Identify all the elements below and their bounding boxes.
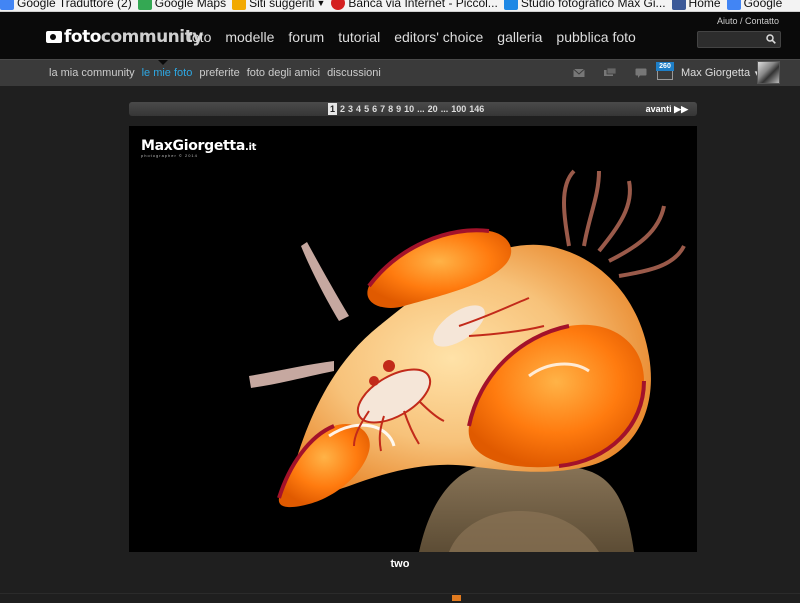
bookmark-google-maps[interactable]: Google Maps (137, 0, 227, 10)
bookmark-label: Studio fotografico Max Gi... (520, 0, 666, 10)
avatar[interactable] (757, 61, 780, 84)
photo-title: two (390, 558, 410, 570)
bookmarks-bar: Google Traduttore (2) Google Maps Siti s… (0, 0, 800, 12)
notification-count-badge: 260 (656, 62, 674, 71)
site-header: foto community foto modelle forum tutori… (0, 12, 800, 59)
bookmark-label: Home (688, 0, 721, 10)
main-photo[interactable]: MaxGiorgetta.it photographer © 2014 (129, 126, 697, 552)
next-page-button[interactable]: avanti ▶▶ (646, 103, 688, 115)
google-icon (726, 0, 741, 10)
subnav-friends-photos[interactable]: foto degli amici (247, 67, 320, 79)
page-link-current[interactable]: 1 (328, 103, 338, 115)
subnav-discussions[interactable]: discussioni (327, 67, 381, 79)
page-numbers: 1 2 3 4 5 6 7 8 9 10 ... 20 ... 100 146 (328, 103, 487, 115)
ie-icon (503, 0, 518, 10)
page-link[interactable]: 3 (348, 103, 353, 115)
chat-bubble-icon[interactable] (635, 68, 647, 78)
chevron-down-icon: ▼ (316, 0, 326, 8)
page-link[interactable]: 2 (340, 103, 345, 115)
bookmark-google-translate[interactable]: Google Traduttore (2) (0, 0, 132, 10)
username-label: Max Giorgetta (681, 67, 751, 79)
user-menu[interactable]: Max Giorgetta ▼ (681, 67, 761, 79)
search-icon[interactable] (766, 34, 776, 44)
site-logo[interactable]: foto community (46, 27, 203, 47)
notifications-button[interactable]: 260 (656, 62, 674, 80)
nav-modelle[interactable]: modelle (225, 29, 274, 45)
nav-tutorial[interactable]: tutorial (338, 29, 380, 45)
nav-forum[interactable]: forum (288, 29, 324, 45)
inbox-icon (657, 71, 673, 80)
bookmark-label: Google Maps (154, 0, 227, 10)
bookmark-suggested-sites[interactable]: Siti suggeriti ▼ (232, 0, 325, 10)
sub-nav: la mia community le mie foto preferite f… (49, 67, 388, 79)
subnav-favorites[interactable]: preferite (199, 67, 239, 79)
subnav-my-photos[interactable]: le mie foto (142, 67, 193, 79)
page-link[interactable]: 4 (356, 103, 361, 115)
page-ellipsis: ... (440, 104, 449, 114)
bookmark-bank[interactable]: Banca via Internet - Piccol... (331, 0, 498, 10)
watermark-tld: .it (244, 142, 257, 153)
page-link[interactable]: 6 (372, 103, 377, 115)
maps-icon (137, 0, 152, 10)
bookmark-google[interactable]: Google (726, 0, 783, 10)
mail-icon[interactable] (573, 68, 585, 78)
subnav-my-community[interactable]: la mia community (49, 67, 135, 79)
nav-editors-choice[interactable]: editors' choice (394, 29, 483, 45)
comments-icon[interactable] (604, 68, 616, 78)
sub-header: la mia community le mie foto preferite f… (0, 59, 800, 86)
bookmark-label: Google Traduttore (2) (17, 0, 132, 10)
page-link[interactable]: 20 (428, 103, 438, 115)
camera-logo-icon (46, 31, 62, 43)
fast-forward-icon: ▶▶ (674, 104, 688, 114)
sub-header-icons (573, 68, 666, 78)
bank-icon (331, 0, 346, 10)
pagination-bar: 1 2 3 4 5 6 7 8 9 10 ... 20 ... 100 146 … (129, 102, 697, 116)
next-label: avanti (645, 104, 672, 114)
bookmark-facebook-home[interactable]: Home (671, 0, 721, 10)
bookmark-studio[interactable]: Studio fotografico Max Gi... (503, 0, 666, 10)
active-section-pointer (158, 60, 168, 65)
bookmark-label: Siti suggeriti (249, 0, 315, 10)
main-nav: foto modelle forum tutorial editors' cho… (188, 29, 650, 45)
page-ellipsis: ... (417, 104, 425, 114)
help-contact-link[interactable]: Aiuto / Contatto (717, 16, 779, 26)
logo-text-foto: foto (64, 27, 101, 47)
page-link[interactable]: 5 (364, 103, 369, 115)
main-content: 1 2 3 4 5 6 7 8 9 10 ... 20 ... 100 146 … (0, 86, 800, 603)
rss-icon[interactable] (452, 595, 461, 601)
page-link[interactable]: 7 (380, 103, 385, 115)
nav-pubblica-foto[interactable]: pubblica foto (556, 29, 635, 45)
page-link[interactable]: 10 (404, 103, 414, 115)
photo-meta-strip (0, 593, 800, 603)
translate-icon (0, 0, 14, 10)
page-link[interactable]: 9 (396, 103, 401, 115)
suggested-sites-icon (232, 0, 247, 10)
nav-foto[interactable]: foto (188, 29, 211, 45)
page-link[interactable]: 8 (388, 103, 393, 115)
bookmark-label: Banca via Internet - Piccol... (348, 0, 498, 10)
nav-galleria[interactable]: galleria (497, 29, 542, 45)
search-input[interactable] (697, 31, 781, 48)
watermark-name: MaxGiorgetta (141, 138, 245, 154)
page-link[interactable]: 146 (469, 103, 484, 115)
page-link[interactable]: 100 (451, 103, 466, 115)
bookmark-label: Google (743, 0, 783, 10)
photo-watermark: MaxGiorgetta.it photographer © 2014 (141, 138, 256, 158)
facebook-icon (671, 0, 686, 10)
nudibranch-photo-image (129, 126, 697, 552)
